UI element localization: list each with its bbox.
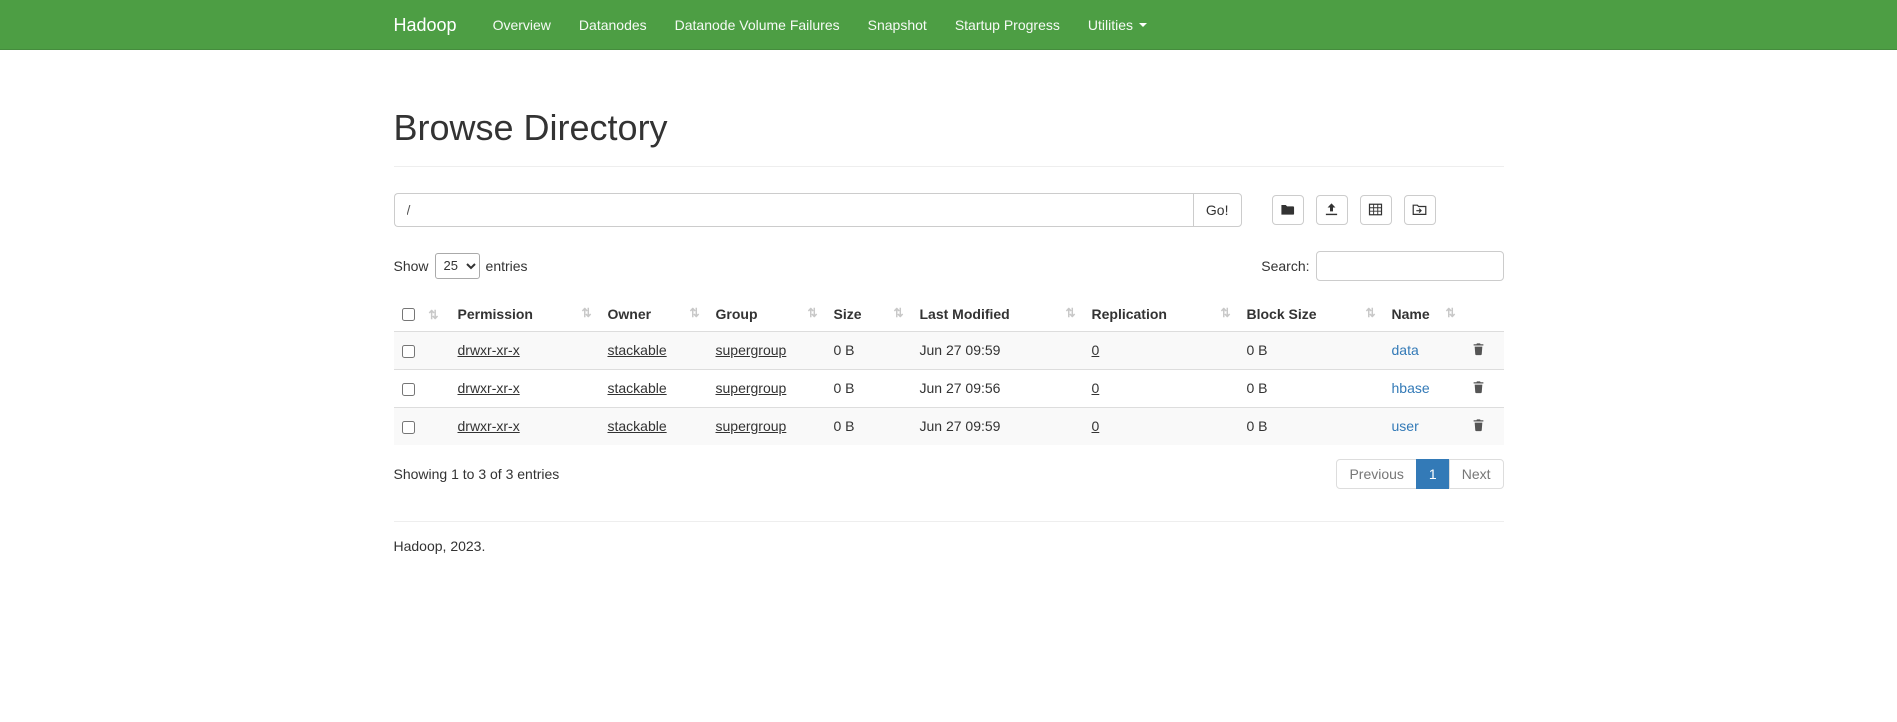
directory-link[interactable]: user (1392, 418, 1419, 434)
directory-table: ⇅ Permission⇅ Owner⇅ Group⇅ Size⇅ Last M… (394, 297, 1504, 445)
nav-snapshot[interactable]: Snapshot (854, 0, 941, 50)
table-row: drwxr-xr-x stackable supergroup 0 B Jun … (394, 407, 1504, 445)
block-size-cell: 0 B (1239, 369, 1384, 407)
toolbar-icon-buttons (1272, 195, 1436, 225)
block-size-cell: 0 B (1239, 331, 1384, 369)
table-row: drwxr-xr-x stackable supergroup 0 B Jun … (394, 331, 1504, 369)
show-entries-control: Show 25 entries (394, 253, 528, 279)
replication-cell[interactable]: 0 (1092, 380, 1100, 396)
create-directory-button[interactable] (1272, 195, 1304, 225)
directory-link[interactable]: hbase (1392, 380, 1430, 396)
page-size-select[interactable]: 25 (435, 253, 480, 279)
replication-cell[interactable]: 0 (1092, 342, 1100, 358)
table-controls: Show 25 entries Search: (394, 251, 1504, 281)
table-icon (1368, 202, 1383, 217)
trash-icon (1472, 418, 1485, 432)
table-row: drwxr-xr-x stackable supergroup 0 B Jun … (394, 369, 1504, 407)
search-control: Search: (1261, 251, 1503, 281)
permission-cell[interactable]: drwxr-xr-x (458, 342, 520, 358)
header-permission[interactable]: Permission⇅ (450, 297, 600, 332)
header-group[interactable]: Group⇅ (708, 297, 826, 332)
nav-utilities-dropdown[interactable]: Utilities (1074, 0, 1161, 50)
directory-link[interactable]: data (1392, 342, 1419, 358)
group-cell[interactable]: supergroup (716, 380, 787, 396)
pagination: Previous 1 Next (1336, 459, 1503, 489)
move-to-button[interactable] (1404, 195, 1436, 225)
folder-move-icon (1412, 202, 1427, 217)
header-owner[interactable]: Owner⇅ (600, 297, 708, 332)
nav-datanode-volume-failures[interactable]: Datanode Volume Failures (661, 0, 854, 50)
delete-button[interactable] (1472, 418, 1485, 432)
last-modified-cell: Jun 27 09:56 (912, 369, 1084, 407)
pagination-page-1[interactable]: 1 (1416, 459, 1450, 489)
group-cell[interactable]: supergroup (716, 342, 787, 358)
nav-datanodes[interactable]: Datanodes (565, 0, 661, 50)
pagination-next[interactable]: Next (1449, 459, 1504, 489)
last-modified-cell: Jun 27 09:59 (912, 331, 1084, 369)
sort-icon: ⇅ (1065, 306, 1075, 320)
path-input-group: Go! (394, 193, 1242, 227)
row-checkbox[interactable] (402, 383, 415, 396)
sort-icon: ⇅ (581, 306, 591, 320)
show-label: Show (394, 258, 429, 274)
navbar: Hadoop Overview Datanodes Datanode Volum… (0, 0, 1897, 50)
footer-text: Hadoop, 2023. (394, 538, 1504, 554)
nav-overview[interactable]: Overview (479, 0, 565, 50)
sort-icon: ⇅ (689, 306, 699, 320)
table-footer: Showing 1 to 3 of 3 entries Previous 1 N… (394, 459, 1504, 489)
header-replication[interactable]: Replication⇅ (1084, 297, 1239, 332)
permission-cell[interactable]: drwxr-xr-x (458, 418, 520, 434)
trash-icon (1472, 342, 1485, 356)
row-checkbox[interactable] (402, 345, 415, 358)
sort-icon: ⇅ (428, 308, 438, 322)
owner-cell[interactable]: stackable (608, 380, 667, 396)
header-last-modified[interactable]: Last Modified⇅ (912, 297, 1084, 332)
page-title: Browse Directory (394, 108, 1504, 148)
entries-summary: Showing 1 to 3 of 3 entries (394, 466, 560, 482)
permission-cell[interactable]: drwxr-xr-x (458, 380, 520, 396)
path-toolbar: Go! (394, 193, 1504, 227)
nav-items: Overview Datanodes Datanode Volume Failu… (479, 0, 1161, 50)
header-block-size[interactable]: Block Size⇅ (1239, 297, 1384, 332)
navbar-brand[interactable]: Hadoop (394, 0, 479, 50)
search-input[interactable] (1316, 251, 1504, 281)
footer-divider (394, 521, 1504, 522)
concat-files-button[interactable] (1360, 195, 1392, 225)
sort-icon: ⇅ (1445, 306, 1455, 320)
nav-startup-progress[interactable]: Startup Progress (941, 0, 1074, 50)
last-modified-cell: Jun 27 09:59 (912, 407, 1084, 445)
search-label: Search: (1261, 258, 1309, 274)
select-all-checkbox[interactable] (402, 308, 415, 321)
go-button[interactable]: Go! (1193, 193, 1242, 227)
block-size-cell: 0 B (1239, 407, 1384, 445)
trash-icon (1472, 380, 1485, 394)
group-cell[interactable]: supergroup (716, 418, 787, 434)
header-actions (1464, 297, 1504, 332)
upload-icon (1324, 202, 1339, 217)
owner-cell[interactable]: stackable (608, 418, 667, 434)
upload-file-button[interactable] (1316, 195, 1348, 225)
sort-icon: ⇅ (807, 306, 817, 320)
header-size[interactable]: Size⇅ (826, 297, 912, 332)
header-select-all[interactable]: ⇅ (394, 297, 450, 332)
page-header: Browse Directory (394, 108, 1504, 167)
size-cell: 0 B (826, 407, 912, 445)
replication-cell[interactable]: 0 (1092, 418, 1100, 434)
path-input[interactable] (394, 193, 1193, 227)
table-header-row: ⇅ Permission⇅ Owner⇅ Group⇅ Size⇅ Last M… (394, 297, 1504, 332)
row-checkbox[interactable] (402, 421, 415, 434)
size-cell: 0 B (826, 369, 912, 407)
header-name[interactable]: Name⇅ (1384, 297, 1464, 332)
sort-icon: ⇅ (893, 306, 903, 320)
owner-cell[interactable]: stackable (608, 342, 667, 358)
sort-icon: ⇅ (1220, 306, 1230, 320)
folder-icon (1280, 202, 1295, 217)
delete-button[interactable] (1472, 380, 1485, 394)
entries-label: entries (486, 258, 528, 274)
delete-button[interactable] (1472, 342, 1485, 356)
sort-icon: ⇅ (1365, 306, 1375, 320)
caret-down-icon (1139, 23, 1147, 27)
pagination-previous[interactable]: Previous (1336, 459, 1416, 489)
size-cell: 0 B (826, 331, 912, 369)
